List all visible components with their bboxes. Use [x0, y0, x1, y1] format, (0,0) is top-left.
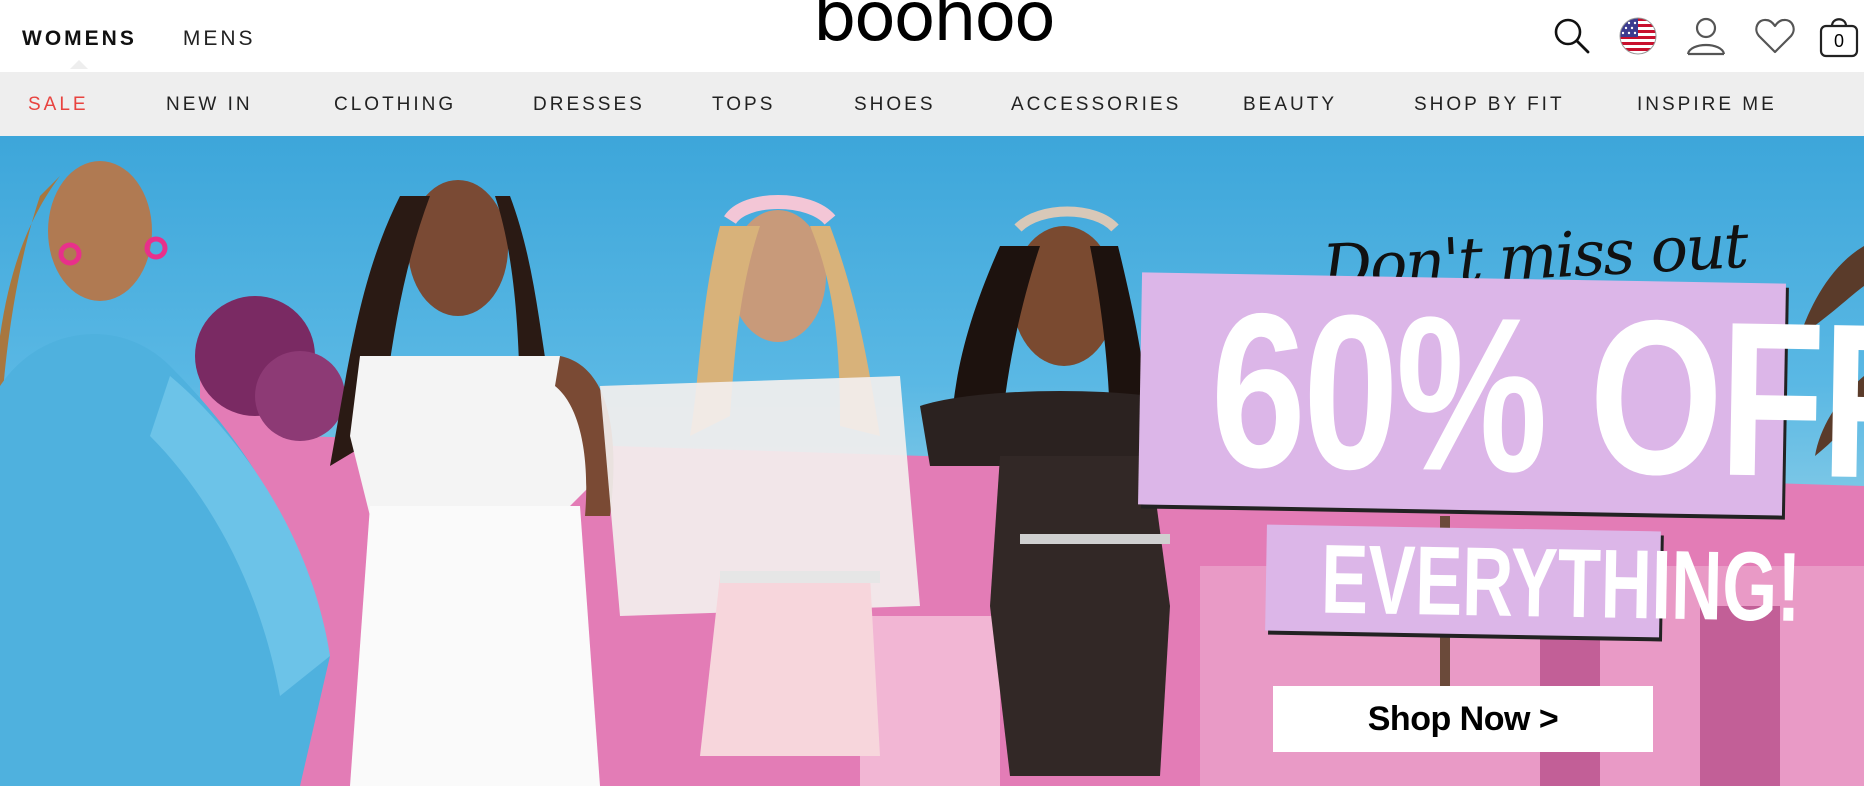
nav-item-inspire-me[interactable]: INSPIRE ME — [1637, 94, 1777, 116]
nav-item-shoes[interactable]: SHOES — [854, 94, 936, 116]
shop-now-button[interactable]: Shop Now > — [1273, 686, 1653, 752]
promo-subheadline-box: EVERYTHING! — [1265, 523, 1802, 642]
search-icon[interactable] — [1550, 14, 1594, 58]
site-header: WOMENS MENS boohoo 0 — [0, 0, 1864, 72]
bag-count-badge: 0 — [1833, 31, 1844, 51]
hero-banner[interactable]: Don't miss out 60% OFF EVERYTHING! Shop … — [0, 136, 1864, 786]
promo-headline: 60% OFF — [1208, 266, 1864, 526]
gender-tabs: WOMENS MENS — [22, 27, 256, 69]
tab-mens[interactable]: MENS — [183, 27, 256, 51]
nav-item-dresses[interactable]: DRESSES — [533, 94, 645, 116]
nav-item-clothing[interactable]: CLOTHING — [334, 94, 456, 116]
nav-item-shop-by-fit[interactable]: SHOP BY FIT — [1414, 94, 1565, 116]
us-flag-icon[interactable] — [1616, 14, 1660, 58]
promo-headline-box: 60% OFF — [1138, 266, 1864, 526]
nav-item-beauty[interactable]: BEAUTY — [1243, 94, 1337, 116]
promo-subheadline: EVERYTHING! — [1320, 523, 1802, 642]
nav-item-new-in[interactable]: NEW IN — [166, 94, 253, 116]
nav-item-tops[interactable]: TOPS — [712, 94, 775, 116]
tab-womens[interactable]: WOMENS — [22, 27, 137, 69]
boohoo-logo[interactable]: boohoo — [813, 0, 1056, 52]
category-nav: SALE NEW IN CLOTHING DRESSES TOPS SHOES … — [0, 72, 1864, 136]
shopping-bag-icon[interactable]: 0 — [1818, 14, 1860, 58]
nav-item-accessories[interactable]: ACCESSORIES — [1011, 94, 1181, 116]
wishlist-heart-icon[interactable] — [1753, 14, 1797, 58]
nav-item-sale[interactable]: SALE — [28, 94, 89, 116]
account-icon[interactable] — [1684, 14, 1728, 58]
